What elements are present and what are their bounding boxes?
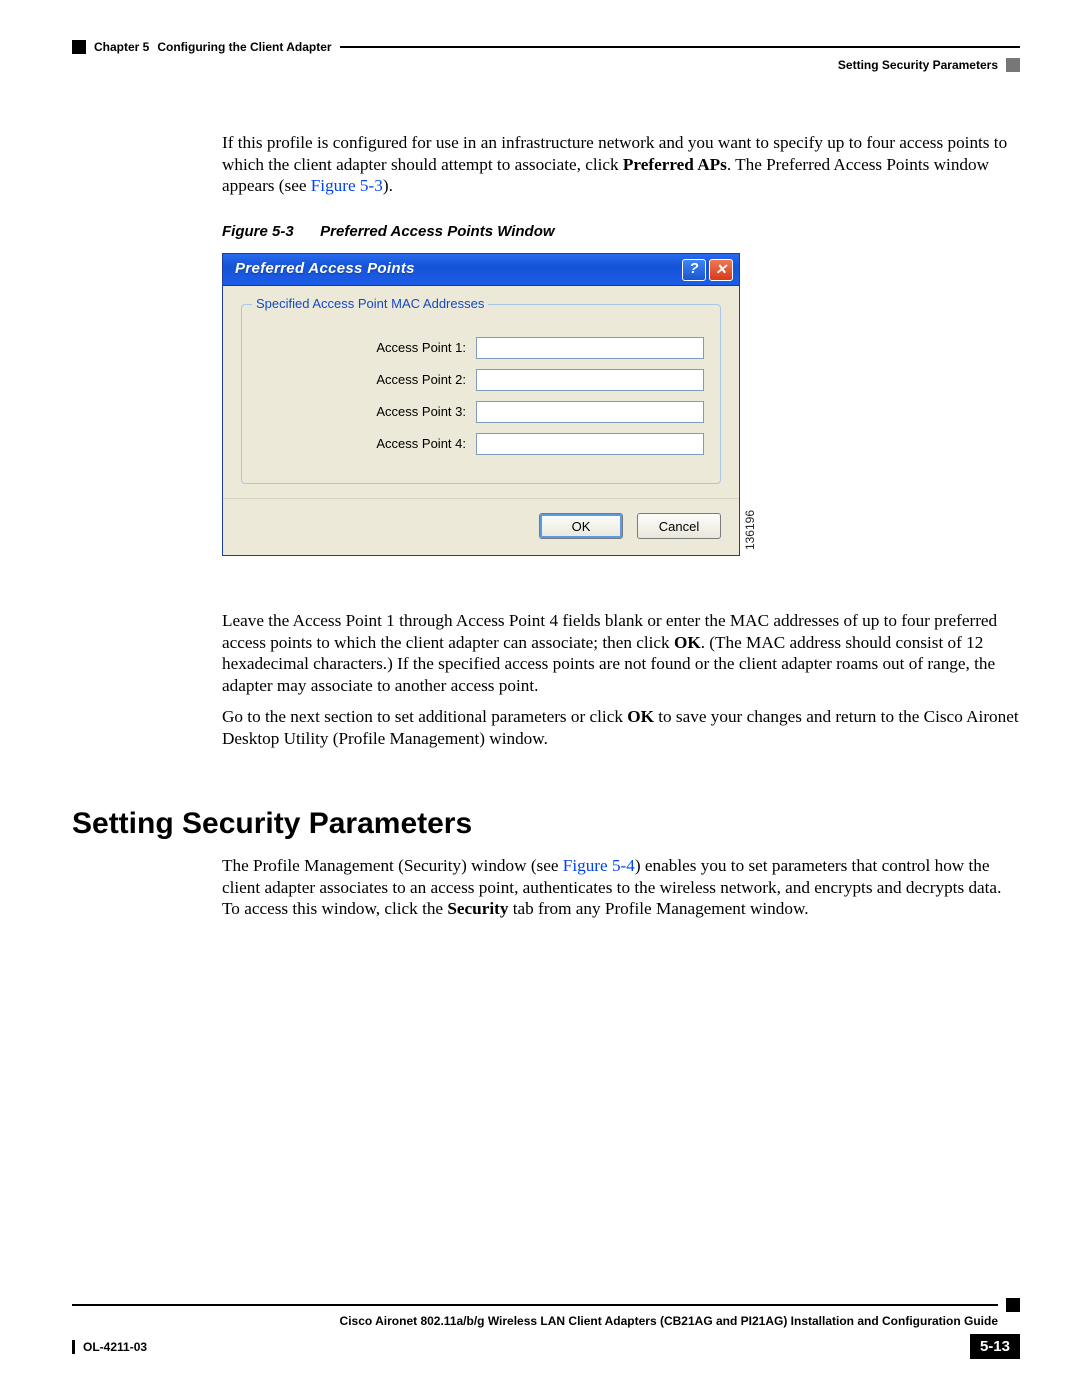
dialog-title: Preferred Access Points (235, 260, 679, 279)
footer-rule (72, 1304, 998, 1306)
footer-square (1006, 1298, 1020, 1312)
ap2-label: Access Point 2: (256, 372, 466, 388)
chapter-title: Configuring the Client Adapter (157, 40, 331, 54)
figure-5-4-link[interactable]: Figure 5-4 (563, 856, 635, 875)
intro-paragraph: If this profile is configured for use in… (222, 132, 1020, 197)
figure-5-3: Preferred Access Points ? ✕ Specified Ac… (222, 253, 740, 556)
ok-button[interactable]: OK (539, 513, 623, 539)
section-title-header: Setting Security Parameters (838, 58, 998, 72)
footer-vline (72, 1340, 75, 1354)
mac-addresses-groupbox: Specified Access Point MAC Addresses Acc… (241, 304, 721, 484)
instruction-paragraph-1: Leave the Access Point 1 through Access … (222, 610, 1020, 696)
ap1-input[interactable] (476, 337, 704, 359)
figure-image-id: 136196 (743, 510, 758, 550)
header-sub-square (1006, 58, 1020, 72)
instruction-paragraph-2: Go to the next section to set additional… (222, 706, 1020, 749)
chapter-label: Chapter 5 (94, 40, 149, 54)
ap1-label: Access Point 1: (256, 340, 466, 356)
footer-doc-code: OL-4211-03 (83, 1340, 147, 1354)
running-header: Chapter 5 Configuring the Client Adapter… (72, 40, 1020, 72)
header-square (72, 40, 86, 54)
cancel-button[interactable]: Cancel (637, 513, 721, 539)
header-rule (340, 46, 1020, 48)
groupbox-legend: Specified Access Point MAC Addresses (252, 296, 488, 312)
section-heading: Setting Security Parameters (72, 807, 1020, 841)
dialog-titlebar: Preferred Access Points ? ✕ (223, 254, 739, 286)
preferred-aps-dialog: Preferred Access Points ? ✕ Specified Ac… (222, 253, 740, 556)
ap2-input[interactable] (476, 369, 704, 391)
security-intro-paragraph: The Profile Management (Security) window… (222, 855, 1020, 920)
ap3-input[interactable] (476, 401, 704, 423)
ap4-label: Access Point 4: (256, 436, 466, 452)
close-icon[interactable]: ✕ (709, 259, 733, 281)
page-footer: Cisco Aironet 802.11a/b/g Wireless LAN C… (72, 1298, 1020, 1359)
ap4-input[interactable] (476, 433, 704, 455)
help-icon[interactable]: ? (682, 259, 706, 281)
footer-doc-title: Cisco Aironet 802.11a/b/g Wireless LAN C… (72, 1314, 998, 1328)
figure-caption: Figure 5-3 Preferred Access Points Windo… (222, 223, 1020, 242)
ap3-label: Access Point 3: (256, 404, 466, 420)
figure-5-3-link[interactable]: Figure 5-3 (311, 176, 383, 195)
page-number-badge: 5-13 (970, 1334, 1020, 1359)
